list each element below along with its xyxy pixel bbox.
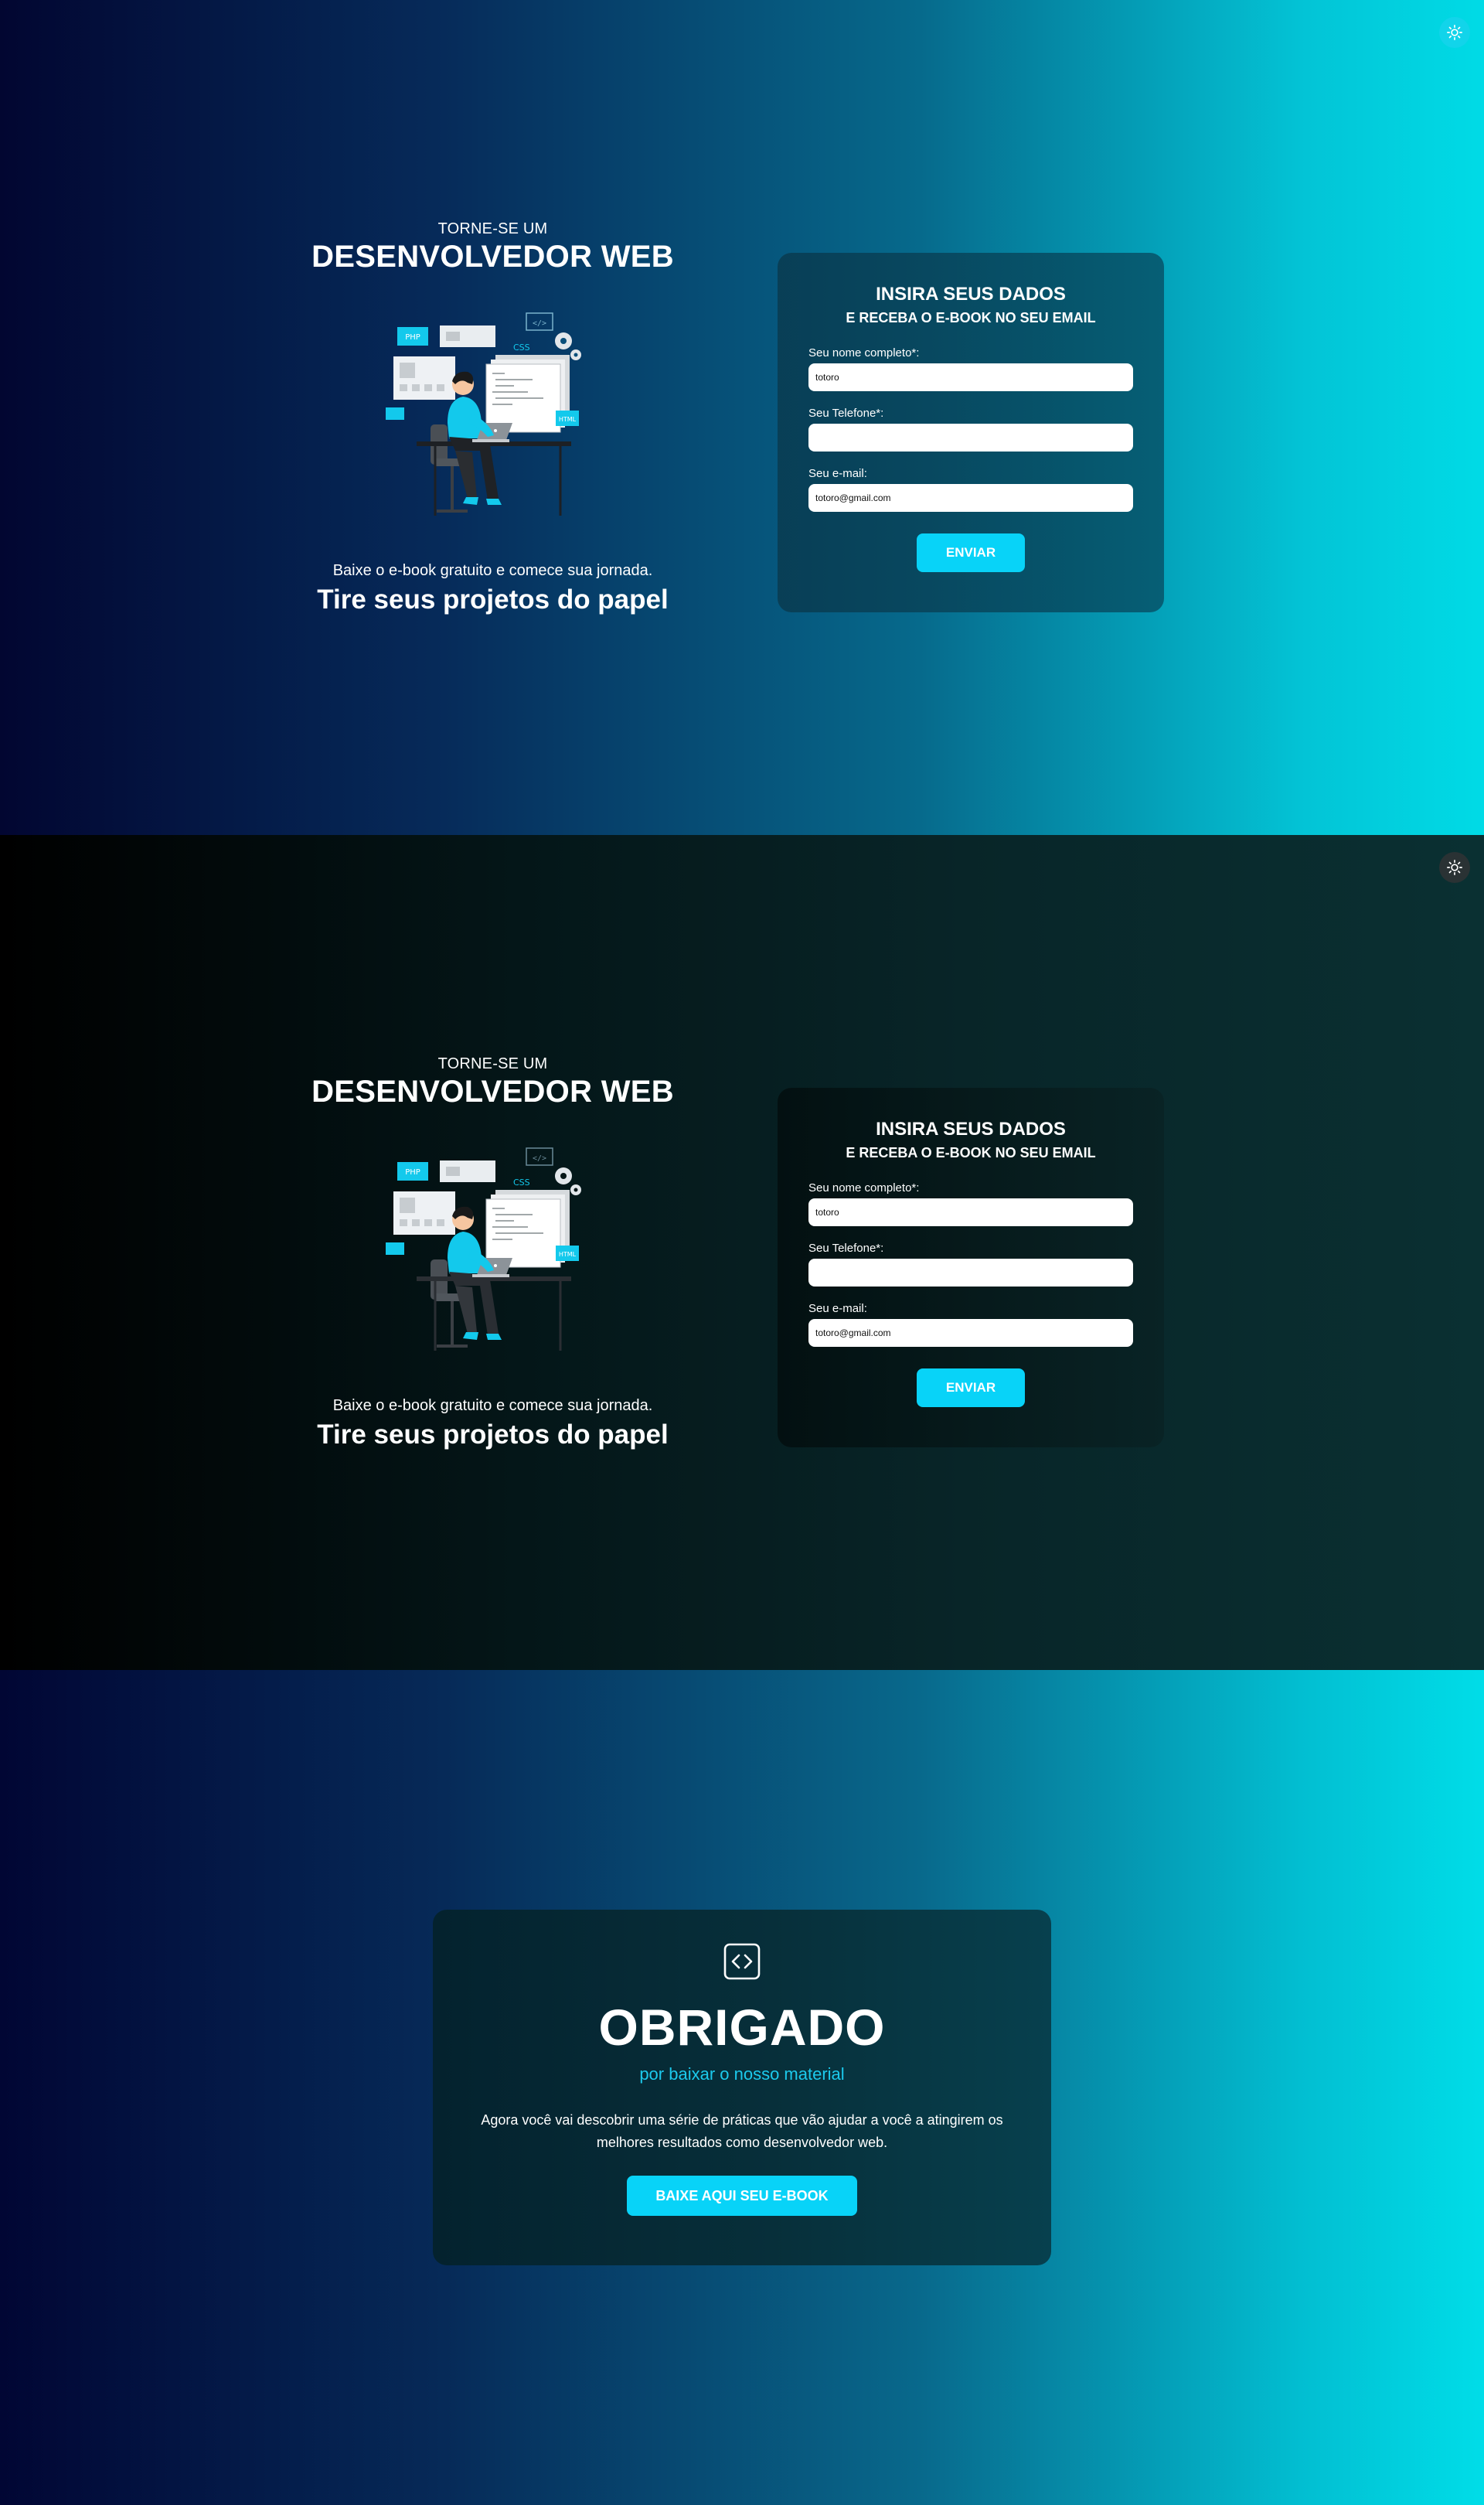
phone-label: Seu Telefone*: — [808, 1242, 884, 1255]
html-tag-label: HTML — [558, 1251, 576, 1258]
hero-kicker: TORNE-SE UM — [437, 220, 548, 237]
php-tag-label: PHP — [405, 333, 420, 342]
thanks-section: OBRIGADO por baixar o nosso material Ago… — [0, 1670, 1484, 2505]
hero: TORNE-SE UM DESENVOLVEDOR WEB </> PHP CS… — [309, 220, 676, 615]
form-fields: Seu nome completo*: Seu Telefone*: Seu e… — [808, 346, 1133, 527]
landing-section-dark: TORNE-SE UM DESENVOLVEDOR WEB </> PHP CS… — [0, 835, 1484, 1670]
code-icon — [723, 1943, 761, 1980]
form-subtitle: E RECEBA O E-BOOK NO SEU EMAIL — [846, 1145, 1096, 1160]
code-tag-label: </> — [532, 1154, 546, 1163]
email-input[interactable] — [808, 1319, 1133, 1347]
form-title: INSIRA SEUS DADOS — [876, 1119, 1066, 1140]
landing-section-light: TORNE-SE UM DESENVOLVEDOR WEB </> PHP CS… — [0, 0, 1484, 835]
name-label: Seu nome completo*: — [808, 1181, 920, 1195]
hero-headline: DESENVOLVEDOR WEB — [311, 1075, 674, 1109]
phone-input[interactable] — [808, 1259, 1133, 1287]
form-fields: Seu nome completo*: Seu Telefone*: Seu e… — [808, 1181, 1133, 1362]
name-input[interactable] — [808, 1198, 1133, 1226]
form-title: INSIRA SEUS DADOS — [876, 284, 1066, 305]
developer-illustration: </> PHP CSS HTML — [385, 1147, 581, 1351]
email-label: Seu e-mail: — [808, 1302, 867, 1315]
send-button[interactable]: ENVIAR — [917, 533, 1025, 572]
theme-toggle-button[interactable] — [1439, 852, 1470, 883]
ebook-form: INSIRA SEUS DADOS E RECEBA O E-BOOK NO S… — [778, 1088, 1164, 1447]
form-subtitle: E RECEBA O E-BOOK NO SEU EMAIL — [846, 310, 1096, 325]
hero-subtitle: Baixe o e-book gratuito e comece sua jor… — [332, 1397, 653, 1414]
css-tag-label: CSS — [513, 1178, 530, 1188]
phone-input[interactable] — [808, 424, 1133, 452]
hero-tagline: Tire seus projetos do papel — [317, 1420, 669, 1450]
html-tag-label: HTML — [558, 416, 576, 423]
thanks-subtitle: por baixar o nosso material — [639, 2064, 845, 2084]
hero: TORNE-SE UM DESENVOLVEDOR WEB </> PHP CS… — [309, 1055, 676, 1450]
thanks-text: Agora você vai descobrir uma série de pr… — [481, 2112, 1003, 2150]
css-tag-label: CSS — [513, 343, 530, 353]
developer-illustration: </> PHP CSS HTML — [385, 312, 581, 516]
thanks-card: OBRIGADO por baixar o nosso material Ago… — [433, 1910, 1051, 2265]
sun-icon — [1446, 859, 1463, 876]
download-ebook-button[interactable]: BAIXE AQUI SEU E-BOOK — [627, 2176, 857, 2216]
ebook-form: INSIRA SEUS DADOS E RECEBA O E-BOOK NO S… — [778, 253, 1164, 612]
theme-toggle-button[interactable] — [1439, 17, 1470, 48]
hero-kicker: TORNE-SE UM — [437, 1055, 548, 1072]
code-tag-label: </> — [532, 319, 546, 328]
name-label: Seu nome completo*: — [808, 346, 920, 360]
email-input[interactable] — [808, 484, 1133, 512]
thanks-title: OBRIGADO — [598, 1999, 886, 2056]
hero-subtitle: Baixe o e-book gratuito e comece sua jor… — [332, 562, 653, 579]
phone-label: Seu Telefone*: — [808, 407, 884, 420]
send-button[interactable]: ENVIAR — [917, 1368, 1025, 1407]
name-input[interactable] — [808, 363, 1133, 391]
hero-tagline: Tire seus projetos do papel — [317, 584, 669, 615]
hero-headline: DESENVOLVEDOR WEB — [311, 240, 674, 274]
php-tag-label: PHP — [405, 1168, 420, 1177]
sun-icon — [1446, 24, 1463, 41]
email-label: Seu e-mail: — [808, 467, 867, 480]
